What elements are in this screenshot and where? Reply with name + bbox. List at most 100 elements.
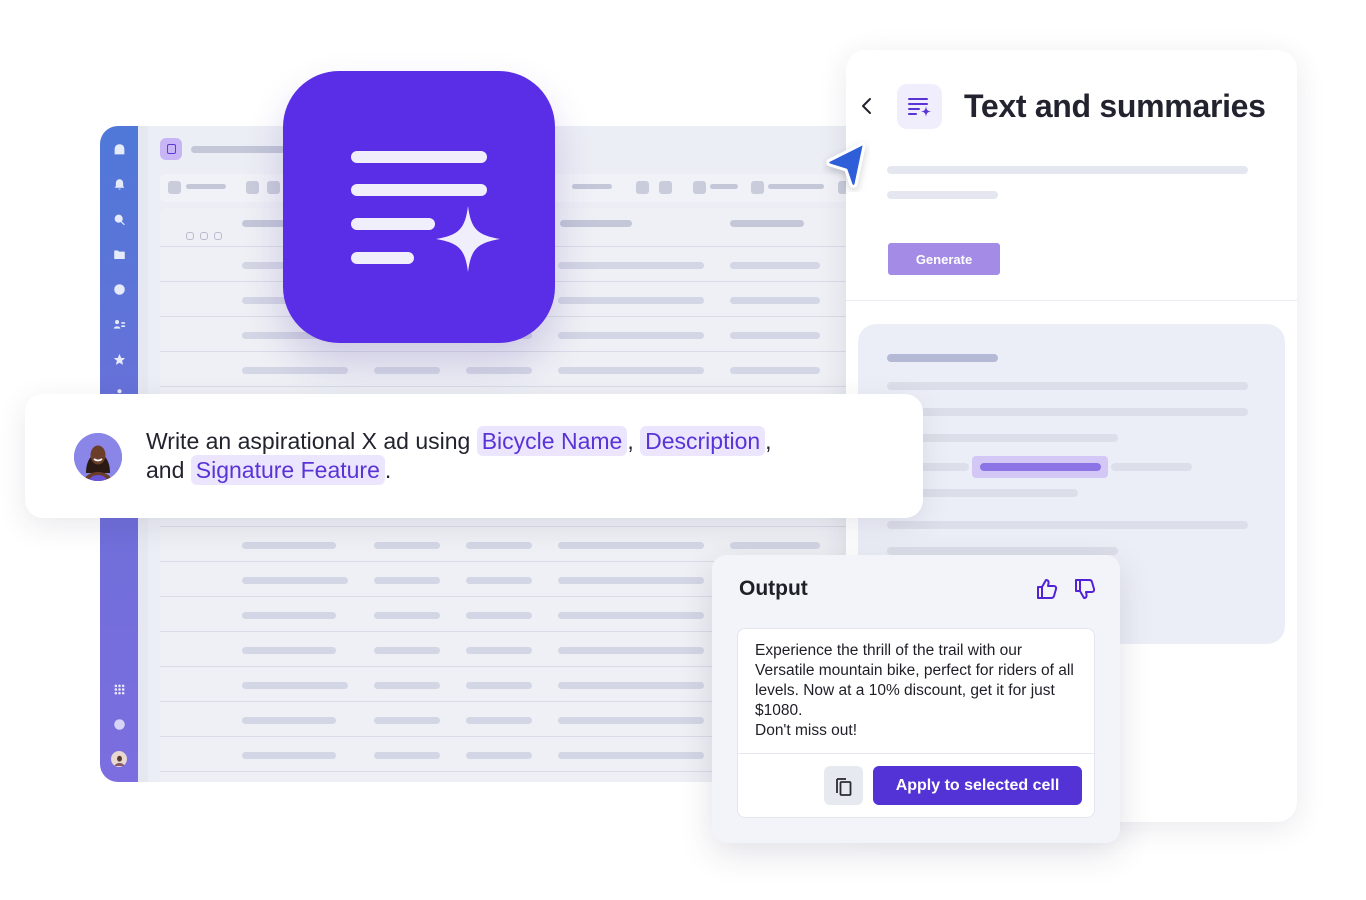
- column-header-bar: [560, 220, 632, 227]
- toolbar-button[interactable]: [246, 181, 259, 194]
- toolbar-button[interactable]: [751, 181, 764, 194]
- thumbs-down-icon[interactable]: [1073, 577, 1097, 601]
- cell-placeholder[interactable]: [242, 367, 348, 374]
- placeholder-bar: [887, 547, 1118, 555]
- prompt-text-segment: and: [146, 457, 191, 483]
- toolbar-button[interactable]: [267, 181, 280, 194]
- clock-icon[interactable]: [112, 282, 126, 296]
- toolbar-button[interactable]: [693, 181, 706, 194]
- profile-avatar[interactable]: [111, 751, 127, 767]
- placeholder-bar: [572, 184, 612, 189]
- cell-placeholder[interactable]: [558, 682, 704, 689]
- grid-icon[interactable]: [112, 682, 126, 696]
- column-header-bar: [730, 220, 804, 227]
- cell-placeholder[interactable]: [730, 542, 820, 549]
- divider: [738, 753, 1094, 754]
- cell-placeholder[interactable]: [730, 367, 820, 374]
- toolbar-button[interactable]: [168, 181, 181, 194]
- cell-placeholder[interactable]: [466, 542, 532, 549]
- placeholder-bar: [1111, 463, 1192, 471]
- apply-to-selected-cell-button[interactable]: Apply to selected cell: [873, 766, 1082, 805]
- row-divider: [160, 351, 860, 352]
- home-icon[interactable]: [112, 142, 126, 156]
- cell-placeholder[interactable]: [374, 612, 440, 619]
- prompt-text-segment: ,: [627, 428, 641, 454]
- cell-placeholder[interactable]: [730, 332, 820, 339]
- prompt-text-segment: Write an aspirational X ad using: [146, 428, 477, 454]
- output-title: Output: [739, 577, 808, 600]
- placeholder-bar: [710, 184, 738, 189]
- prompt-text-segment: .: [384, 457, 392, 483]
- cell-placeholder[interactable]: [558, 367, 704, 374]
- cell-placeholder[interactable]: [374, 682, 440, 689]
- cell-placeholder[interactable]: [242, 577, 348, 584]
- placeholder-bar: [887, 191, 998, 199]
- divider: [846, 300, 1297, 301]
- text-sparkle-icon: [283, 71, 555, 343]
- output-text-box: Experience the thrill of the trail with …: [737, 628, 1095, 818]
- thumbs-up-icon[interactable]: [1035, 577, 1059, 601]
- search-icon[interactable]: [112, 212, 126, 226]
- cell-placeholder[interactable]: [466, 752, 532, 759]
- copy-icon: [835, 777, 851, 796]
- cell-placeholder[interactable]: [242, 542, 336, 549]
- lock-icon: [214, 232, 222, 240]
- cell-placeholder[interactable]: [374, 647, 440, 654]
- field-chip-description[interactable]: Description: [640, 426, 766, 456]
- cell-placeholder[interactable]: [242, 717, 336, 724]
- cell-placeholder[interactable]: [374, 367, 440, 374]
- cell-placeholder[interactable]: [558, 717, 704, 724]
- cell-placeholder[interactable]: [558, 332, 704, 339]
- pointer-cursor-icon: [826, 142, 866, 188]
- cell-placeholder[interactable]: [466, 647, 532, 654]
- output-card: Output Experience the thrill of the trai…: [712, 555, 1120, 843]
- cell-placeholder[interactable]: [466, 577, 532, 584]
- placeholder-bar: [887, 382, 1248, 390]
- cell-placeholder[interactable]: [242, 682, 348, 689]
- placeholder-bar: [887, 521, 1248, 529]
- cell-placeholder[interactable]: [466, 612, 532, 619]
- generate-button[interactable]: Generate: [888, 243, 1000, 275]
- placeholder-bar: [186, 184, 226, 189]
- cell-placeholder[interactable]: [558, 262, 704, 269]
- cell-placeholder[interactable]: [242, 752, 336, 759]
- cell-placeholder[interactable]: [466, 717, 532, 724]
- prompt-card: Write an aspirational X ad using Bicycle…: [25, 394, 923, 518]
- star-icon[interactable]: [112, 352, 126, 366]
- comment-icon: [186, 232, 194, 240]
- chevron-left-icon: [862, 98, 871, 114]
- cell-placeholder[interactable]: [558, 297, 704, 304]
- field-chip-bicycle-name[interactable]: Bicycle Name: [476, 426, 628, 456]
- cell-placeholder[interactable]: [242, 612, 336, 619]
- cell-placeholder[interactable]: [374, 577, 440, 584]
- cell-meta-icons: [186, 232, 222, 240]
- toolbar-button[interactable]: [659, 181, 672, 194]
- generated-ad-text: Experience the thrill of the trail with …: [755, 642, 1074, 739]
- cell-placeholder[interactable]: [730, 297, 820, 304]
- cell-placeholder[interactable]: [466, 682, 532, 689]
- cell-placeholder[interactable]: [374, 717, 440, 724]
- folder-icon[interactable]: [112, 247, 126, 261]
- bell-icon[interactable]: [112, 177, 126, 191]
- cell-placeholder[interactable]: [558, 752, 704, 759]
- row-divider: [160, 526, 860, 527]
- cell-placeholder[interactable]: [242, 647, 336, 654]
- highlighted-text-chip: [972, 456, 1108, 478]
- cell-placeholder[interactable]: [558, 577, 704, 584]
- cell-placeholder[interactable]: [558, 612, 704, 619]
- cell-placeholder[interactable]: [558, 647, 704, 654]
- cell-placeholder[interactable]: [558, 542, 704, 549]
- cell-placeholder[interactable]: [374, 752, 440, 759]
- contacts-icon[interactable]: [112, 317, 126, 331]
- cell-placeholder[interactable]: [466, 367, 532, 374]
- toolbar-button[interactable]: [636, 181, 649, 194]
- placeholder-bar: [768, 184, 824, 189]
- field-chip-signature-feature[interactable]: Signature Feature: [190, 455, 385, 485]
- cell-placeholder[interactable]: [730, 262, 820, 269]
- row-divider: [160, 386, 860, 387]
- copy-button[interactable]: [824, 766, 863, 805]
- prompt-text: Write an aspirational X ad using Bicycle…: [146, 426, 886, 485]
- help-icon[interactable]: [112, 717, 126, 731]
- back-button[interactable]: [856, 95, 878, 117]
- cell-placeholder[interactable]: [374, 542, 440, 549]
